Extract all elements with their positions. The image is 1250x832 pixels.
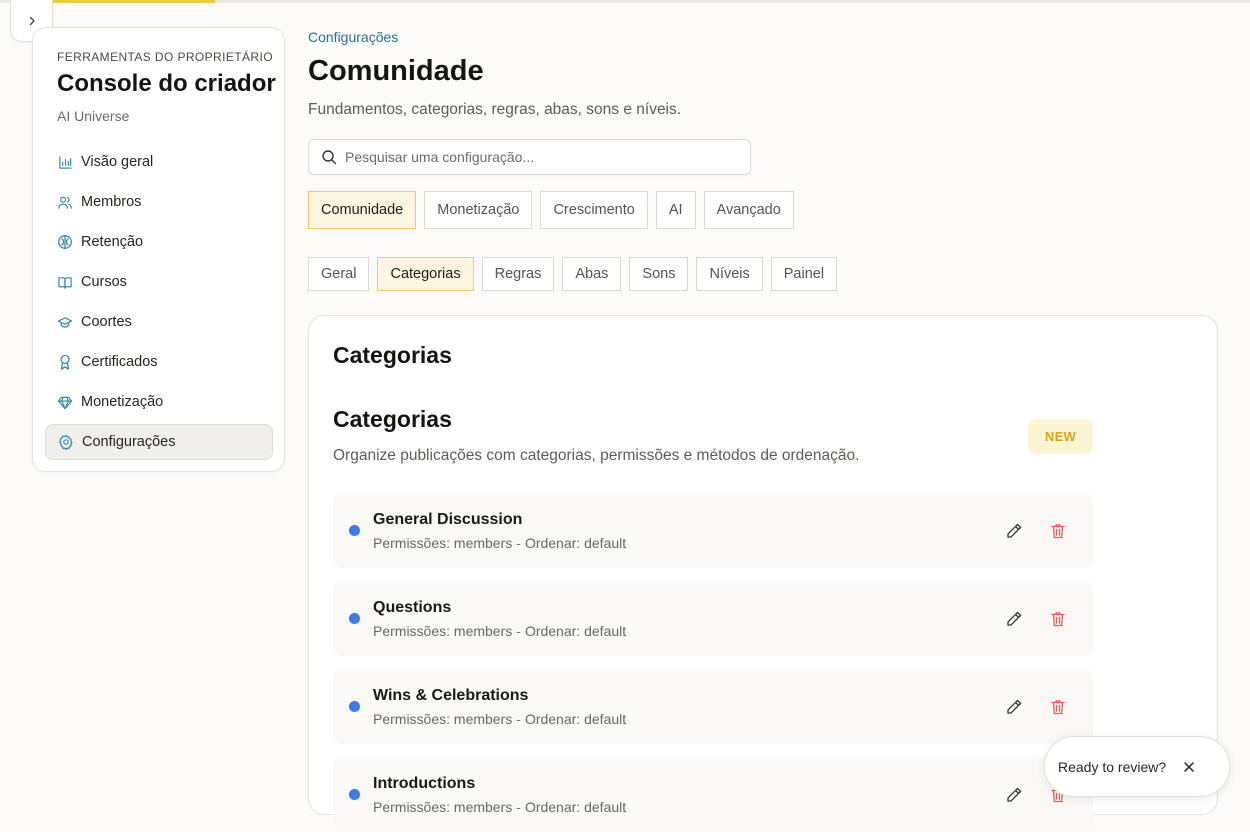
- subtab-geral[interactable]: Geral: [308, 257, 370, 291]
- users-icon: [57, 194, 73, 210]
- sidebar-item-certificados[interactable]: Certificados: [45, 344, 273, 380]
- breadcrumb[interactable]: Configurações: [308, 29, 398, 45]
- category-permissions: Permissões: members: [373, 535, 513, 551]
- category-row: Wins & Celebrations Permissões: members -…: [333, 669, 1093, 744]
- chevron-right-icon: [29, 16, 35, 25]
- gear-icon: [58, 434, 74, 450]
- sidebar: FERRAMENTAS DO PROPRIETÁRIO Console do c…: [32, 27, 285, 472]
- pencil-icon[interactable]: [1005, 522, 1023, 540]
- category-meta: Permissões: members - Ordenar: default: [373, 799, 626, 815]
- tab-avancado[interactable]: Avançado: [703, 191, 794, 229]
- review-prompt[interactable]: Ready to review?: [1044, 736, 1230, 797]
- bar-chart-icon: [57, 154, 73, 170]
- tab-monetizacao[interactable]: Monetização: [424, 191, 533, 229]
- sidebar-item-label: Configurações: [82, 434, 176, 450]
- search-icon: [322, 150, 337, 165]
- trash-icon[interactable]: [1049, 698, 1067, 716]
- category-meta: Permissões: members - Ordenar: default: [373, 711, 626, 727]
- sidebar-item-visao-geral[interactable]: Visão geral: [45, 144, 273, 180]
- sidebar-item-coortes[interactable]: Coortes: [45, 304, 273, 340]
- tab-crescimento[interactable]: Crescimento: [540, 191, 648, 229]
- category-permissions: Permissões: members: [373, 711, 513, 727]
- category-color-dot: [349, 789, 360, 800]
- panel-title: Categorias: [333, 342, 452, 368]
- sidebar-item-label: Membros: [81, 194, 142, 210]
- subtab-sons[interactable]: Sons: [629, 257, 689, 291]
- category-sort: Ordenar: default: [524, 535, 627, 551]
- category-row: Questions Permissões: members - Ordenar: d…: [333, 581, 1093, 656]
- pencil-icon[interactable]: [1005, 786, 1023, 804]
- category-sort: Ordenar: default: [524, 623, 627, 639]
- subtab-niveis[interactable]: Níveis: [696, 257, 763, 291]
- sidebar-item-label: Coortes: [81, 314, 132, 330]
- sidebar-item-retencao[interactable]: Retenção: [45, 224, 273, 260]
- category-meta: Permissões: members - Ordenar: default: [373, 535, 626, 551]
- category-color-dot: [349, 701, 360, 712]
- brain-icon: [57, 234, 73, 250]
- category-sort: Ordenar: default: [524, 799, 627, 815]
- trash-icon[interactable]: [1049, 610, 1067, 628]
- category-meta: Permissões: members - Ordenar: default: [373, 623, 626, 639]
- section-description: Organize publicações com categorias, per…: [333, 447, 860, 464]
- gem-icon: [57, 394, 73, 410]
- search-input[interactable]: [345, 149, 725, 165]
- subtab-regras[interactable]: Regras: [481, 257, 555, 291]
- sidebar-item-label: Certificados: [81, 354, 158, 370]
- new-badge: NEW: [1028, 419, 1093, 454]
- category-row: Introductions Permissões: members - Ordena…: [333, 757, 1093, 832]
- category-name: Introductions: [373, 775, 476, 792]
- category-color-dot: [349, 525, 360, 536]
- primary-tabs: Comunidade Monetização Crescimento AI Av…: [308, 191, 794, 229]
- award-icon: [57, 354, 73, 370]
- section-title: Categorias: [333, 406, 452, 432]
- meta-separator: -: [516, 535, 521, 551]
- sidebar-item-cursos[interactable]: Cursos: [45, 264, 273, 300]
- subtab-abas[interactable]: Abas: [562, 257, 622, 291]
- category-permissions: Permissões: members: [373, 799, 513, 815]
- meta-separator: -: [516, 711, 521, 727]
- sidebar-item-monetizacao[interactable]: Monetização: [45, 384, 273, 420]
- meta-separator: -: [516, 799, 521, 815]
- category-permissions: Permissões: members: [373, 623, 513, 639]
- category-sort: Ordenar: default: [524, 711, 627, 727]
- pencil-icon[interactable]: [1005, 698, 1023, 716]
- sidebar-subtitle: AI Universe: [57, 108, 130, 124]
- category-color-dot: [349, 613, 360, 624]
- graduation-cap-icon: [57, 314, 73, 330]
- sidebar-title: Console do criador: [57, 70, 276, 97]
- secondary-tabs: Geral Categorias Regras Abas Sons Níveis…: [308, 257, 838, 291]
- page-title: Comunidade: [308, 55, 484, 87]
- sidebar-item-label: Retenção: [81, 234, 144, 250]
- category-name: General Discussion: [373, 511, 523, 528]
- sidebar-item-configuracoes[interactable]: Configurações: [45, 424, 273, 460]
- search-box: [308, 139, 751, 175]
- category-row: General Discussion Permissões: members - O…: [333, 493, 1093, 568]
- top-accent-bar: [52, 0, 215, 3]
- subtab-categorias[interactable]: Categorias: [377, 257, 474, 291]
- book-icon: [57, 274, 73, 290]
- category-name: Questions: [373, 599, 452, 616]
- meta-separator: -: [516, 623, 521, 639]
- review-prompt-label: Ready to review?: [1058, 758, 1167, 775]
- tab-comunidade[interactable]: Comunidade: [308, 191, 417, 229]
- trash-icon[interactable]: [1049, 522, 1067, 540]
- close-icon[interactable]: [1181, 759, 1197, 775]
- sidebar-item-label: Cursos: [81, 274, 127, 290]
- page-description: Fundamentos, categorias, regras, abas, s…: [308, 101, 682, 118]
- sidebar-eyebrow: FERRAMENTAS DO PROPRIETÁRIO: [57, 50, 273, 64]
- sidebar-item-label: Visão geral: [81, 154, 154, 170]
- category-name: Wins & Celebrations: [373, 687, 529, 704]
- sidebar-item-label: Monetização: [81, 394, 164, 410]
- sidebar-item-membros[interactable]: Membros: [45, 184, 273, 220]
- subtab-painel[interactable]: Painel: [770, 257, 838, 291]
- pencil-icon[interactable]: [1005, 610, 1023, 628]
- sidebar-nav: Visão geral Membros Retenção Cursos Coor…: [45, 144, 273, 464]
- tab-ai[interactable]: AI: [655, 191, 696, 229]
